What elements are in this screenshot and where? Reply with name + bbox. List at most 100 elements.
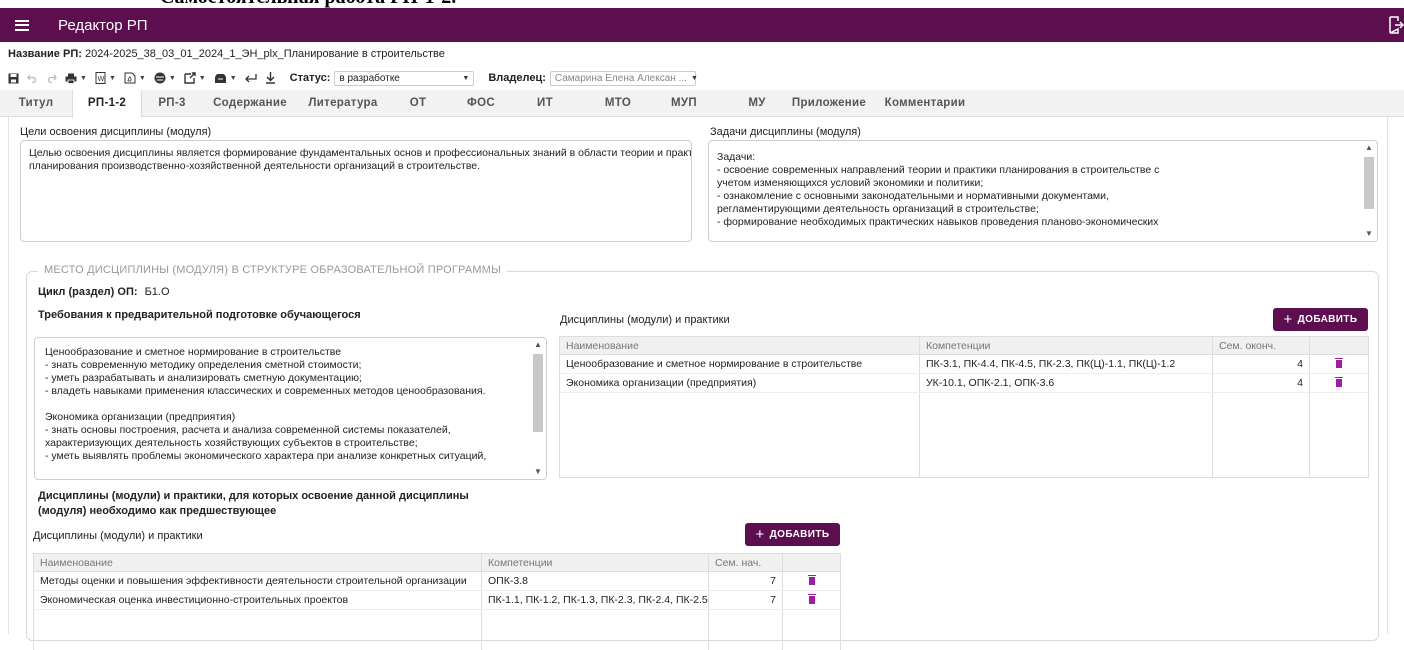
- tab-literature[interactable]: Литература: [300, 90, 386, 117]
- tab-rp-3[interactable]: РП-3: [144, 90, 200, 117]
- col-sem-end-header[interactable]: Сем. оконч.: [1212, 336, 1310, 355]
- requirements-line: - владеть навыками применения классическ…: [45, 385, 486, 397]
- delete-cell: [1309, 354, 1369, 374]
- table-row[interactable]: Экономика организации (предприятия) УК-1…: [559, 373, 1369, 393]
- pdf-icon[interactable]: ▼: [124, 72, 146, 84]
- add-button-label: ДОБАВИТЬ: [1297, 314, 1358, 325]
- rp-name-value: 2024-2025_38_03_01_2024_1_ЭН_plx_Планиро…: [84, 48, 445, 60]
- tasks-scrollbar[interactable]: ▲ ▼: [1363, 143, 1375, 239]
- requirements-textarea[interactable]: Ценообразование и сметное нормирование в…: [34, 337, 547, 480]
- tab-comments[interactable]: Комментарии: [880, 90, 970, 117]
- prev-disciplines-table: Наименование Компетенции Сем. оконч. Цен…: [559, 336, 1369, 478]
- undo-icon[interactable]: [27, 74, 38, 83]
- cell-name: Ценообразование и сметное нормирование в…: [559, 354, 920, 374]
- archive-icon[interactable]: ▼: [214, 73, 237, 84]
- tab-it[interactable]: ИТ: [526, 90, 564, 117]
- requirements-scrollbar[interactable]: ▲ ▼: [532, 340, 544, 477]
- cell-sem: 4: [1212, 354, 1310, 374]
- add-next-discipline-button[interactable]: + ДОБАВИТЬ: [745, 523, 840, 546]
- scroll-up-icon[interactable]: ▲: [1363, 143, 1375, 153]
- toolbar: ▼ W ▼ ▼ ▼ ▼ ▼ Статус: в разработке ▼ Влад…: [8, 70, 698, 86]
- scroll-down-icon[interactable]: ▼: [1363, 229, 1375, 239]
- cell-sem: 7: [708, 590, 783, 610]
- table-row[interactable]: Экономическая оценка инвестиционно-строи…: [33, 590, 841, 610]
- word-icon[interactable]: W ▼: [95, 72, 116, 84]
- col-competences-header[interactable]: Компетенции: [919, 336, 1213, 355]
- download-icon[interactable]: [265, 72, 276, 84]
- table-row[interactable]: Методы оценки и повышения эффективности …: [33, 571, 841, 591]
- place-legend: МЕСТО ДИСЦИПЛИНЫ (МОДУЛЯ) В СТРУКТУРЕ ОБ…: [38, 264, 508, 276]
- tab-bar: Титул РП-1-2 РП-3 Содержание Литература …: [0, 90, 1404, 118]
- status-select[interactable]: в разработке ▼: [334, 70, 475, 86]
- rp-name-label: Название РП:: [8, 48, 82, 60]
- table-row[interactable]: Ценообразование и сметное нормирование в…: [559, 354, 1369, 374]
- trash-icon[interactable]: [807, 594, 816, 605]
- save-icon[interactable]: [8, 73, 19, 84]
- cycle-value: Б1.О: [144, 286, 170, 298]
- requirements-line: Экономика организации (предприятия): [45, 411, 236, 423]
- col-actions-header: [782, 553, 841, 572]
- app-title: Редактор РП: [58, 16, 148, 34]
- export-icon[interactable]: ▼: [184, 72, 206, 84]
- trash-icon[interactable]: [1335, 358, 1343, 369]
- tab-rp-1-2[interactable]: РП-1-2: [72, 90, 142, 118]
- delete-cell: [782, 571, 841, 591]
- tasks-line: Задачи:: [717, 151, 756, 163]
- tab-ot[interactable]: ОТ: [398, 90, 438, 117]
- trash-icon[interactable]: [807, 575, 816, 586]
- requirements-label: Требования к предварительной подготовке …: [38, 309, 361, 321]
- goals-textarea[interactable]: Целью освоения дисциплины является форми…: [20, 140, 692, 242]
- scroll-thumb[interactable]: [533, 354, 543, 432]
- scroll-thumb[interactable]: [1364, 157, 1374, 209]
- logout-icon[interactable]: [1388, 16, 1404, 34]
- tab-mto[interactable]: МТО: [594, 90, 642, 117]
- cell-name: Экономика организации (предприятия): [559, 373, 920, 393]
- print-icon[interactable]: ▼: [65, 73, 87, 84]
- tab-mup[interactable]: МУП: [658, 90, 710, 117]
- menu-button[interactable]: [6, 8, 38, 42]
- col-sem-start-header[interactable]: Сем. нач.: [708, 553, 783, 572]
- requirements-line: Ценообразование и сметное нормирование в…: [45, 346, 342, 358]
- svg-text:W: W: [97, 75, 104, 83]
- return-icon[interactable]: [244, 73, 257, 83]
- trash-icon[interactable]: [1335, 377, 1343, 388]
- requirements-line: характеризующих деятельность хозяйствующ…: [45, 437, 418, 449]
- requirements-line: - знать основы построения, расчета и ана…: [45, 424, 451, 436]
- col-competences-header[interactable]: Компетенции: [481, 553, 709, 572]
- tab-mu[interactable]: МУ: [736, 90, 778, 117]
- requirements-line: [45, 398, 538, 411]
- scroll-up-icon[interactable]: ▲: [532, 340, 544, 350]
- cell-sem: 7: [708, 571, 783, 591]
- owner-select[interactable]: Самарина Елена Алексан ... ▼: [549, 70, 698, 86]
- tab-appendix[interactable]: Приложение: [786, 90, 872, 117]
- col-name-header[interactable]: Наименование: [559, 336, 920, 355]
- chevron-down-icon: ▼: [690, 74, 698, 82]
- web-icon[interactable]: ▼: [154, 72, 176, 84]
- cycle-row: Цикл (раздел) ОП: Б1.О: [38, 286, 170, 298]
- tab-content[interactable]: Содержание: [204, 90, 296, 117]
- redo-icon[interactable]: [46, 74, 57, 83]
- requirements-line: - знать современную методику определения…: [45, 359, 362, 371]
- next-disciplines-table: Наименование Компетенции Сем. нач. Метод…: [33, 553, 841, 650]
- col-actions-header: [1309, 336, 1369, 355]
- add-prev-discipline-button[interactable]: + ДОБАВИТЬ: [1273, 308, 1368, 331]
- scroll-down-icon[interactable]: ▼: [532, 467, 544, 477]
- next-disciplines-title: Дисциплины (модули) и практики: [33, 530, 203, 542]
- tasks-textarea[interactable]: Задачи: - освоение современных направлен…: [708, 140, 1378, 242]
- goals-label: Цели освоения дисциплины (модуля): [20, 126, 212, 138]
- col-name-header[interactable]: Наименование: [33, 553, 482, 572]
- tab-fos[interactable]: ФОС: [456, 90, 506, 117]
- requirements-line: - уметь разрабатывать и анализировать см…: [45, 372, 362, 384]
- tab-title[interactable]: Титул: [0, 90, 72, 117]
- plus-icon: +: [1283, 311, 1293, 328]
- add-button-label: ДОБАВИТЬ: [769, 529, 830, 540]
- cell-name: Экономическая оценка инвестиционно-строи…: [33, 590, 482, 610]
- app-bar: Редактор РП: [0, 8, 1404, 42]
- tasks-line: учетом изменяющихся условий экономики и …: [717, 177, 984, 189]
- goals-line: Целью освоения дисциплины является форми…: [29, 147, 692, 159]
- tasks-line: - освоение современных направлений теори…: [717, 164, 1160, 176]
- cell-competences: ОПК-3.8: [481, 571, 709, 591]
- status-label: Статус:: [289, 72, 331, 84]
- rp-name: Название РП: 2024-2025_38_03_01_2024_1_Э…: [8, 48, 445, 60]
- cell-competences: ПК-3.1, ПК-4.4, ПК-4.5, ПК-2.3, ПК(Ц)-1.…: [919, 354, 1213, 374]
